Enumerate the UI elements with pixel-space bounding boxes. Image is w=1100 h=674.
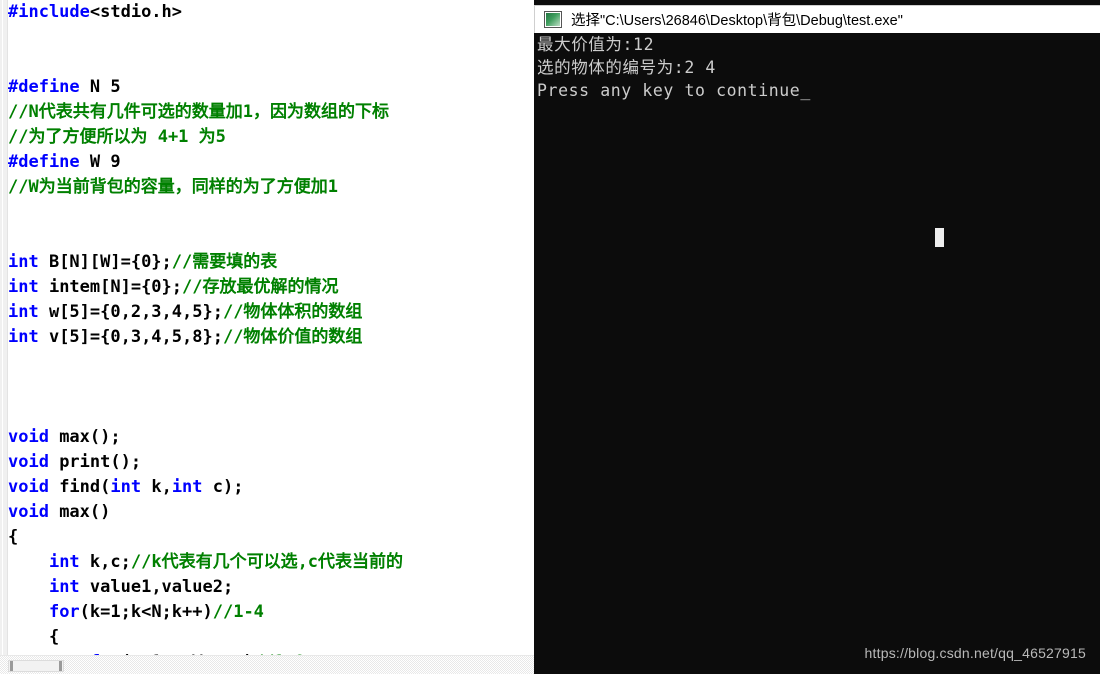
code-token-plain: c); [202,477,244,497]
code-token-cmt: //物体价值的数组 [222,327,363,347]
code-token-plain: v[5]={0,3,4,5,8}; [38,327,223,347]
code-token-plain: N 5 [79,77,121,97]
code-token-plain: { [8,627,60,647]
code-line: //N代表共有几件可选的数量加1，因为数组的下标 [8,100,534,125]
code-token-plain: max() [48,502,111,522]
code-token-plain: value1,value2; [79,577,234,597]
console-output-line: 最大价值为:12 [537,35,655,54]
editor-horizontal-scrollbar[interactable] [0,655,534,674]
code-line: #include<stdio.h> [8,0,534,25]
code-editor-pane[interactable]: #include<stdio.h> #define N 5//N代表共有几件可选… [0,0,534,674]
code-line: int intem[N]={0};//存放最优解的情况 [8,275,534,300]
console-window[interactable]: 选择"C:\Users\26846\Desktop\背包\Debug\test.… [534,0,1100,674]
code-line: #define W 9 [8,150,534,175]
code-token-kw: void [8,452,49,472]
code-token-cmt: //存放最优解的情况 [182,277,339,297]
source-code-text[interactable]: #include<stdio.h> #define N 5//N代表共有几件可选… [8,0,534,656]
code-token-kw: int [110,477,142,497]
code-token-kw: void [8,427,49,447]
editor-left-gutter [0,0,8,656]
code-token-kw: int [8,252,39,272]
console-window-icon [544,11,562,28]
code-token-cmt: //N代表共有几件可选的数量加1，因为数组的下标 [8,102,389,122]
code-token-kw: #define [8,77,80,97]
console-title-bar[interactable]: 选择"C:\Users\26846\Desktop\背包\Debug\test.… [534,5,1100,33]
code-token-kw: int [171,477,203,497]
code-line: void find(int k,int c); [8,475,534,500]
code-line: for(k=1;k<N;k++)//1-4 [8,600,534,625]
code-token-cmt: //W为当前背包的容量，同样的为了方便加1 [8,177,338,197]
code-line: int v[5]={0,3,4,5,8};//物体价值的数组 [8,325,534,350]
code-token-plain: { [8,527,19,547]
code-token-cmt: //物体体积的数组 [222,302,363,322]
code-token-cmt: //k代表有几个可以选,c代表当前的 [130,552,404,572]
code-token-plain: k, [141,477,172,497]
console-output-line: Press any key to continue_ [537,81,811,100]
code-token-kw: int [8,302,39,322]
code-line: { [8,625,534,650]
code-token-plain: B[N][W]={0}; [38,252,172,272]
code-token-plain: (k=1;k<N;k++) [79,602,213,622]
code-token-plain: find( [48,477,111,497]
scrollbar-grip-right [59,661,62,671]
code-token-kw: void [8,477,49,497]
code-token-plain: print(); [48,452,142,472]
code-token-kw: #define [8,152,80,172]
code-line: int k,c;//k代表有几个可以选,c代表当前的 [8,550,534,575]
code-line: //W为当前背包的容量，同样的为了方便加1 [8,175,534,200]
console-title-text: 选择"C:\Users\26846\Desktop\背包\Debug\test.… [571,13,903,29]
code-line: //为了方便所以为 4+1 为5 [8,125,534,150]
code-token-plain: W 9 [79,152,121,172]
scrollbar-grip-left [10,661,13,671]
code-line: void max(); [8,425,534,450]
code-line: { [8,525,534,550]
code-token-kw: int [8,327,39,347]
console-output-area[interactable]: 最大价值为:12 选的物体的编号为:2 4 Press any key to c… [534,33,1100,674]
editor-horizontal-scrollbar-thumb[interactable] [8,660,64,672]
code-token-plain: max(); [48,427,121,447]
code-token-kw: for [48,602,80,622]
code-line: void max() [8,500,534,525]
code-token-kw: int [48,552,80,572]
code-line: int value1,value2; [8,575,534,600]
code-token-kw: void [8,502,49,522]
code-token-cmt: //1-4 [212,602,264,622]
code-token-cmt: //需要填的表 [171,252,278,272]
code-line: int B[N][W]={0};//需要填的表 [8,250,534,275]
code-token-plain: <stdio.h> [89,2,183,22]
code-line: void print(); [8,450,534,475]
csdn-watermark: https://blog.csdn.net/qq_46527915 [864,645,1086,661]
code-token-cmt: //为了方便所以为 4+1 为5 [8,127,226,147]
console-output-line: 选的物体的编号为:2 4 [537,58,716,77]
code-token-plain: k,c; [79,552,131,572]
screenshot-root: #include<stdio.h> #define N 5//N代表共有几件可选… [0,0,1100,674]
code-token-kw: int [8,277,39,297]
code-line: #define N 5 [8,75,534,100]
code-token-plain: intem[N]={0}; [38,277,183,297]
code-line: int w[5]={0,2,3,4,5};//物体体积的数组 [8,300,534,325]
code-token-plain: w[5]={0,2,3,4,5}; [38,302,223,322]
code-token-kw: int [48,577,80,597]
console-text-cursor [935,228,944,247]
code-token-kw: #include [8,2,90,22]
